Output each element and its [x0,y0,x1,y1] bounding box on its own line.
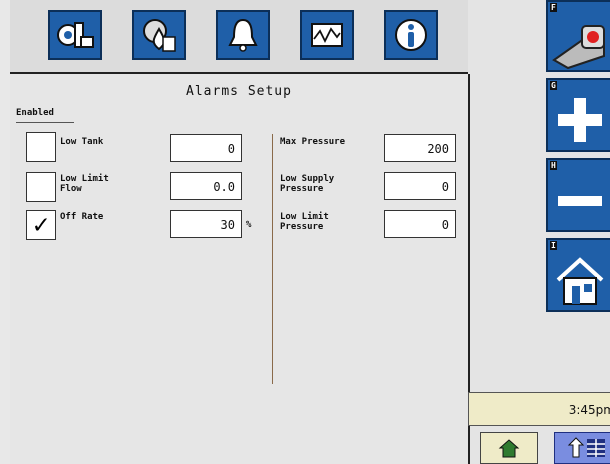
low-limit-flow-checkbox[interactable] [26,172,56,202]
off-rate-checkbox[interactable]: ✓ [26,210,56,240]
low-limit-pressure-label: Low Limit Pressure [280,212,329,232]
tab-info[interactable] [384,10,438,60]
low-limit-flow-field[interactable]: 0.0 [170,172,242,200]
home-icon [556,257,604,305]
low-tank-field[interactable]: 0 [170,134,242,162]
off-rate-unit: % [246,220,252,230]
product-settings-icon [143,19,176,52]
off-rate-field[interactable]: 30 [170,210,242,238]
low-tank-checkbox[interactable] [26,132,56,162]
max-pressure-field[interactable]: 200 [384,134,456,162]
display-screen: Alarms Setup Enabled Low Tank 0 Low Limi… [10,0,610,464]
off-rate-label: Off Rate [60,212,104,222]
checkmark-icon: ✓ [33,210,49,240]
home-icon [498,439,520,458]
up-arrow-menu-icon [567,437,605,458]
low-limit-pressure-field[interactable]: 0 [384,210,456,238]
alarm-bell-icon [228,18,258,52]
tab-product-settings[interactable] [132,10,186,60]
tab-machine-settings[interactable] [48,10,102,60]
enabled-underline [16,122,74,123]
softkey-g[interactable]: G [546,78,610,152]
low-tank-label: Low Tank [60,137,104,147]
alarms-setup-panel: Alarms Setup Enabled Low Tank 0 Low Limi… [10,74,470,464]
home-button[interactable] [480,432,538,464]
menu-button[interactable] [554,432,610,464]
minus-icon [558,196,602,206]
softkey-i[interactable]: I [546,238,610,312]
header-right-area [468,0,546,72]
softkey-letter: G [550,81,557,90]
softkey-h[interactable]: H [546,158,610,232]
tab-monitor[interactable] [300,10,354,60]
low-supply-pressure-field[interactable]: 0 [384,172,456,200]
plus-icon [558,98,602,142]
clock-display: 3:45pm [468,392,610,426]
monitor-graph-icon [311,23,343,47]
tab-bar [10,0,468,74]
tab-alarms[interactable] [216,10,270,60]
machine-settings-icon [57,22,94,48]
max-pressure-label: Max Pressure [280,137,346,147]
softkey-letter: H [550,161,557,170]
low-supply-pressure-label: Low Supply Pressure [280,174,335,194]
enabled-column-header: Enabled [16,108,54,118]
softkey-f[interactable]: F [546,0,610,72]
camera-icon [552,25,605,70]
page-title: Alarms Setup [186,84,292,99]
softkey-letter: F [550,3,557,12]
low-limit-flow-label: Low Limit Flow [60,174,109,194]
info-icon [395,19,427,51]
column-divider [272,134,273,384]
softkey-letter: I [550,241,557,250]
